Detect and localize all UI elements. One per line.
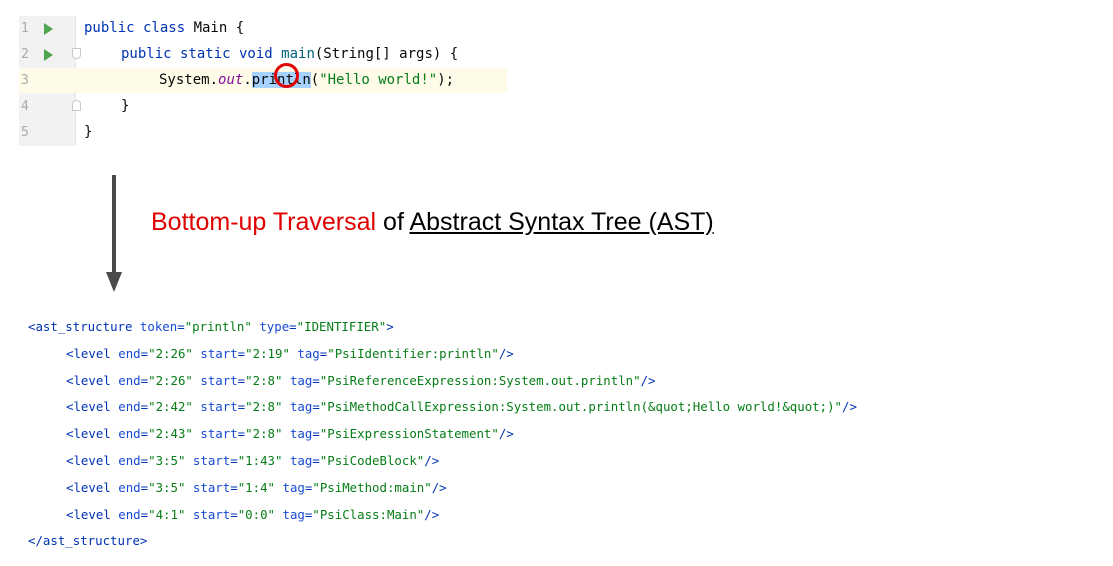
code-line-4: 4 } xyxy=(19,94,507,119)
xml-close-tag: </ast_structure> xyxy=(28,533,148,549)
caption-ast-link: Abstract Syntax Tree (AST) xyxy=(409,208,714,236)
code-line-5: 5 } xyxy=(19,120,507,145)
xml-level-row: <level end="3:5" start="1:43" tag="PsiCo… xyxy=(66,452,440,468)
xml-open-tag: <ast_structure token="println" type="IDE… xyxy=(28,319,394,334)
code-line-1: 1 public class Main { xyxy=(19,16,507,41)
highlight-circle xyxy=(274,63,299,88)
line-number: 5 xyxy=(21,125,29,140)
code-line-2: 2 public static void main(String[] args)… xyxy=(19,42,507,67)
code-text: System.out.println("Hello world!"); xyxy=(159,72,455,88)
run-icon[interactable] xyxy=(44,49,53,61)
down-arrow-shaft xyxy=(112,175,116,275)
code-text: } xyxy=(121,98,130,114)
line-number: 3 xyxy=(21,73,29,88)
fold-end-icon[interactable] xyxy=(72,100,81,111)
caption-highlight: Bottom-up Traversal xyxy=(151,208,377,236)
xml-level-row: <level end="2:26" start="2:8" tag="PsiRe… xyxy=(66,372,656,388)
xml-level-row: <level end="4:1" start="0:0" tag="PsiCla… xyxy=(66,506,440,522)
line-number: 4 xyxy=(21,99,29,114)
fold-icon[interactable] xyxy=(72,48,81,59)
code-editor: 1 public class Main { 2 public static vo… xyxy=(19,16,507,146)
code-text: } xyxy=(84,124,93,140)
down-arrow-icon xyxy=(106,272,122,292)
run-icon[interactable] xyxy=(44,23,53,35)
ast-xml-output: <ast_structure token="println" type="IDE… xyxy=(28,314,857,555)
xml-level-row: <level end="2:26" start="2:19" tag="PsiI… xyxy=(66,345,514,361)
caption-connector: of xyxy=(376,208,410,236)
xml-level-row: <level end="2:43" start="2:8" tag="PsiEx… xyxy=(66,426,514,442)
code-line-3: 3 System.out.println("Hello world!"); xyxy=(19,68,507,93)
code-text: public class Main { xyxy=(84,20,245,36)
xml-level-row: <level end="2:42" start="2:8" tag="PsiMe… xyxy=(66,399,857,415)
xml-level-row: <level end="3:5" start="1:4" tag="PsiMet… xyxy=(66,479,447,495)
line-number: 1 xyxy=(21,21,29,36)
line-number: 2 xyxy=(21,47,29,62)
traversal-caption: Bottom-up Traversal of Abstract Syntax T… xyxy=(151,208,714,237)
